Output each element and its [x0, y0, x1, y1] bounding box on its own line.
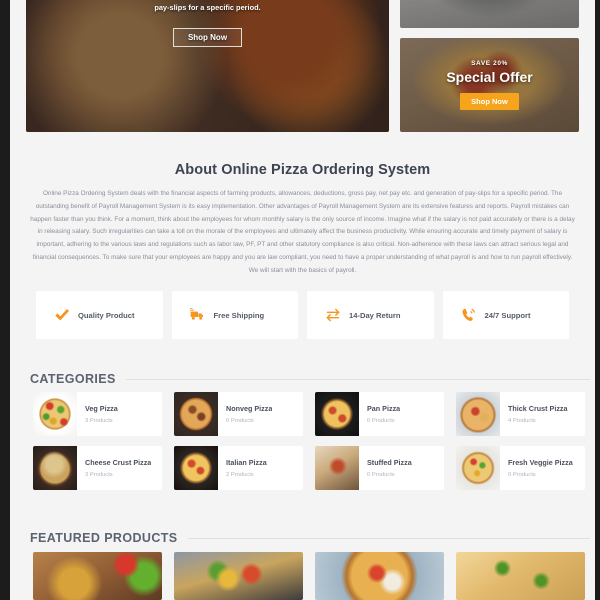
featured-product-image [456, 552, 585, 600]
category-name: Stuffed Pizza [367, 458, 412, 467]
feature-label: 14-Day Return [349, 310, 401, 320]
featured-products-grid [33, 552, 585, 600]
categories-divider [125, 378, 590, 380]
category-thumbnail [315, 392, 359, 436]
page-content: Pizza Category Online Pizza Ordering Sys… [10, 0, 595, 600]
special-offer-title: Special Offer [446, 69, 533, 85]
side-banner-special-offer[interactable]: SAVE 20% Special Offer Shop Now [400, 38, 579, 132]
features-row: Quality Product Free Shipping 14-Day Retur… [36, 291, 569, 339]
featured-product-card[interactable] [174, 552, 303, 600]
category-card[interactable]: Pan Pizza 0 Products [315, 392, 444, 436]
feature-label: Free Shipping [213, 310, 265, 320]
feature-card-quality-product: Quality Product [36, 291, 163, 339]
category-thumbnail [315, 446, 359, 490]
categories-heading: CATEGORIES [30, 372, 116, 386]
category-product-count: 2 Products [226, 472, 254, 478]
hero-shop-now-button[interactable]: Shop Now [172, 27, 243, 47]
category-card[interactable]: Fresh Veggie Pizza 0 Products [456, 446, 585, 490]
featured-heading-row: FEATURED PRODUCTS [30, 531, 590, 545]
category-thumbnail [33, 446, 77, 490]
category-product-count: 0 Products [367, 472, 395, 478]
categories-heading-row: CATEGORIES [30, 372, 590, 386]
category-thumbnail [174, 446, 218, 490]
category-product-count: 3 Products [85, 418, 113, 424]
side-banner-top[interactable]: Shop Now [400, 0, 579, 28]
hero-row: Pizza Category Online Pizza Ordering Sys… [26, 0, 579, 132]
special-offer-shop-now-button[interactable]: Shop Now [460, 93, 519, 110]
featured-product-card[interactable] [456, 552, 585, 600]
category-card[interactable]: Thick Crust Pizza 4 Products [456, 392, 585, 436]
category-thumbnail [174, 392, 218, 436]
feature-label: Quality Product [78, 310, 135, 320]
category-name: Pan Pizza [367, 404, 401, 413]
save-badge: SAVE 20% [471, 60, 508, 67]
featured-divider [187, 537, 590, 539]
return-icon [325, 307, 341, 323]
phone-icon [461, 307, 477, 323]
category-card[interactable]: Veg Pizza 3 Products [33, 392, 162, 436]
category-card[interactable]: Nonveg Pizza 0 Products [174, 392, 303, 436]
featured-product-image [33, 552, 162, 600]
featured-heading: FEATURED PRODUCTS [30, 531, 178, 545]
category-product-count: 0 Products [226, 418, 254, 424]
about-heading: About Online Pizza Ordering System [174, 162, 431, 178]
category-product-count: 0 Products [367, 418, 395, 424]
category-name: Cheese Crust Pizza [85, 458, 152, 467]
category-card[interactable]: Italian Pizza 2 Products [174, 446, 303, 490]
feature-card-free-shipping: Free Shipping [171, 291, 298, 339]
categories-grid: Veg Pizza 3 Products Nonveg Pizza 0 Product… [33, 392, 585, 490]
featured-product-image [174, 552, 303, 600]
category-product-count: 4 Products [508, 418, 536, 424]
check-icon [54, 307, 70, 323]
category-name: Italian Pizza [226, 458, 267, 467]
feature-label: 24/7 Support [484, 310, 531, 320]
category-name: Thick Crust Pizza [508, 404, 568, 413]
category-thumbnail [33, 392, 77, 436]
truck-icon [189, 307, 206, 323]
category-name: Nonveg Pizza [226, 404, 273, 413]
about-section: About Online Pizza Ordering System Onlin… [26, 162, 579, 278]
side-banner-column: Shop Now SAVE 20% Special Offer Shop Now [400, 0, 579, 132]
category-card[interactable]: Cheese Crust Pizza 3 Products [33, 446, 162, 490]
about-body: Online Pizza Ordering System deals with … [30, 190, 575, 274]
category-thumbnail [456, 446, 500, 490]
feature-card-14-day-return: 14-Day Return [307, 291, 434, 339]
category-name: Fresh Veggie Pizza [508, 458, 573, 467]
hero-banner[interactable]: Pizza Category Online Pizza Ordering Sys… [26, 0, 389, 132]
browser-viewport: Pizza Category Online Pizza Ordering Sys… [0, 0, 600, 600]
featured-product-image [315, 552, 444, 600]
featured-product-card[interactable] [315, 552, 444, 600]
category-product-count: 0 Products [508, 472, 536, 478]
feature-card-24-7-support: 24/7 Support [442, 291, 569, 339]
category-thumbnail [456, 392, 500, 436]
category-product-count: 3 Products [85, 472, 113, 478]
featured-product-card[interactable] [33, 552, 162, 600]
category-name: Veg Pizza [85, 404, 118, 413]
hero-description: Online Pizza Ordering System deals with … [154, 2, 261, 12]
category-card[interactable]: Stuffed Pizza 0 Products [315, 446, 444, 490]
